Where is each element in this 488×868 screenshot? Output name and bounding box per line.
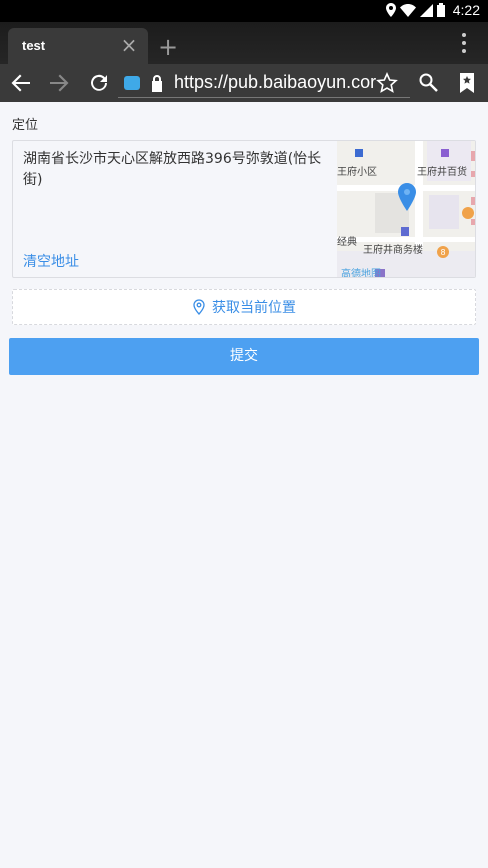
- signal-icon: [419, 3, 433, 17]
- tab-title: test: [22, 38, 46, 53]
- map-pin-icon: [398, 183, 416, 211]
- url-bar[interactable]: https://pub.baibaoyun.cor: [118, 68, 410, 98]
- map-watermark: 高德地图: [341, 269, 381, 278]
- map-label-wangfu-xiaoqu: 王府小区: [337, 167, 377, 178]
- map-thumbnail[interactable]: 8 王府小区 王府井百货 经典 王府井商务楼 高德地图: [337, 141, 475, 278]
- lock-icon: [152, 75, 162, 92]
- bookmark-icon: [460, 73, 474, 93]
- get-current-location-button[interactable]: 获取当前位置: [12, 289, 476, 325]
- map-label-wangfujing-baihuo: 王府井百货: [417, 167, 467, 178]
- overflow-menu-icon[interactable]: [454, 30, 474, 56]
- submit-button[interactable]: 提交: [9, 338, 479, 375]
- reload-button[interactable]: [84, 68, 114, 98]
- search-button[interactable]: [414, 68, 444, 98]
- tab-strip: test × +: [0, 22, 488, 64]
- location-pin-icon: [193, 299, 205, 315]
- bookmarks-button[interactable]: [452, 68, 482, 98]
- status-icons: 4:22: [385, 2, 480, 18]
- new-tab-button[interactable]: +: [152, 34, 184, 62]
- arrow-right-icon: [50, 74, 69, 92]
- reload-icon: [91, 74, 107, 91]
- browser-toolbar: https://pub.baibaoyun.cor: [0, 64, 488, 102]
- tab-test[interactable]: test ×: [8, 28, 148, 64]
- location-icon: [385, 3, 396, 17]
- get-location-label: 获取当前位置: [212, 300, 296, 316]
- map-label-wangfujing-shangwulou: 王府井商务楼: [363, 245, 423, 256]
- status-bar: 4:22: [0, 0, 488, 22]
- wifi-icon: [399, 3, 416, 17]
- back-button[interactable]: [6, 68, 36, 98]
- search-icon: [419, 73, 438, 92]
- status-time: 4:22: [452, 2, 480, 18]
- address-text: 湖南省长沙市天心区解放西路396号弥敦道(怡长街): [23, 151, 322, 188]
- star-icon: [376, 72, 398, 93]
- location-field-label: 定位: [12, 118, 39, 133]
- map-label-jingdian: 经典: [337, 237, 357, 248]
- close-icon[interactable]: ×: [118, 34, 140, 56]
- location-card: 湖南省长沙市天心区解放西路396号弥敦道(怡长街) 清空地址 8 王府小区 王府…: [12, 140, 476, 278]
- bookmark-star-button[interactable]: [372, 68, 402, 98]
- forward-button[interactable]: [44, 68, 74, 98]
- site-favicon-icon: [124, 76, 140, 90]
- clear-address-link[interactable]: 清空地址: [23, 251, 79, 271]
- route-number-badge: 8: [440, 248, 445, 257]
- arrow-left-icon: [11, 74, 30, 92]
- battery-icon: [436, 3, 445, 17]
